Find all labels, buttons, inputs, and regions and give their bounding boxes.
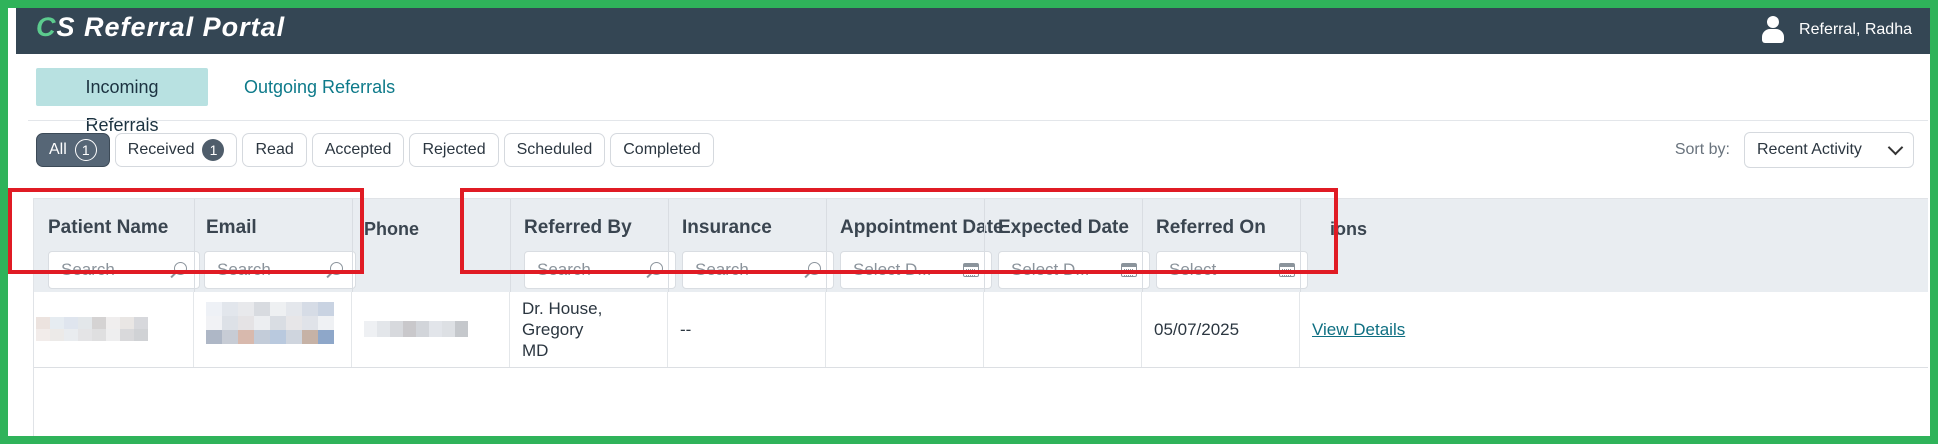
cell-referred-on: 05/07/2025 bbox=[1142, 292, 1300, 367]
sort-select[interactable]: Recent Activity bbox=[1744, 132, 1914, 168]
input-placeholder: Search bbox=[61, 260, 115, 279]
calendar-icon bbox=[963, 263, 979, 277]
filter-read[interactable]: Read bbox=[242, 133, 307, 167]
user-menu[interactable]: Referral, Radha bbox=[1761, 16, 1912, 44]
search-icon bbox=[808, 262, 821, 275]
column-label: Email bbox=[206, 217, 257, 238]
appointment-date-picker[interactable]: Select D... bbox=[840, 251, 992, 289]
referral-portal-app: CS Referral Portal Referral, Radha Incom… bbox=[8, 8, 1930, 436]
input-placeholder: Select bbox=[1169, 260, 1217, 279]
referred-on-date-picker[interactable]: Select bbox=[1156, 251, 1308, 289]
cell-expected-date bbox=[984, 292, 1142, 367]
calendar-icon bbox=[1121, 263, 1137, 277]
tab-outgoing-referrals[interactable]: Outgoing Referrals bbox=[208, 68, 395, 106]
column-appointment-date: Appointment Date Select D... bbox=[826, 199, 1004, 292]
tabs-divider bbox=[28, 120, 1928, 121]
referrals-table: Patient Name Search Email Search Phone R… bbox=[33, 198, 1928, 436]
column-label: Expected Date bbox=[998, 217, 1129, 238]
filter-all-count: 1 bbox=[74, 139, 97, 161]
input-placeholder: Select D... bbox=[1011, 260, 1090, 279]
column-label: Referred By bbox=[524, 217, 632, 238]
filter-received-label: Received bbox=[127, 141, 195, 158]
top-bar: CS Referral Portal Referral, Radha bbox=[16, 8, 1930, 54]
table-header: Patient Name Search Email Search Phone R… bbox=[34, 199, 1928, 292]
column-label: Patient Name bbox=[48, 217, 169, 238]
chevron-down-icon bbox=[1887, 139, 1904, 156]
column-email: Email Search bbox=[194, 199, 356, 292]
column-label: Appointment Date bbox=[840, 217, 1004, 238]
cell-email bbox=[194, 292, 352, 367]
tab-incoming-referrals[interactable]: Incoming Referrals bbox=[36, 68, 208, 135]
filter-scheduled[interactable]: Scheduled bbox=[503, 133, 606, 167]
column-label: Referred On bbox=[1156, 217, 1266, 238]
column-label: ions bbox=[1330, 219, 1368, 239]
cell-patient-name bbox=[34, 292, 194, 367]
filter-all[interactable]: All 1 bbox=[36, 133, 110, 167]
input-placeholder: Search bbox=[695, 260, 749, 279]
calendar-icon bbox=[1279, 263, 1295, 277]
search-icon bbox=[174, 262, 187, 275]
patient-name-search-input[interactable]: Search bbox=[48, 251, 200, 289]
column-insurance: Insurance Search bbox=[668, 199, 834, 292]
app-logo[interactable]: CS Referral Portal bbox=[36, 12, 285, 43]
input-placeholder: Select D... bbox=[853, 260, 932, 279]
status-filters: All 1 Received 1 Read Accepted Rejected … bbox=[36, 133, 714, 167]
filter-received[interactable]: Received 1 bbox=[114, 133, 238, 167]
redacted-patient-name bbox=[36, 316, 148, 341]
column-expected-date: Expected Date Select D... bbox=[984, 199, 1150, 292]
filter-received-count: 1 bbox=[202, 139, 225, 161]
search-icon bbox=[650, 262, 663, 275]
column-label: Insurance bbox=[682, 217, 772, 238]
column-patient-name: Patient Name Search bbox=[34, 199, 200, 292]
column-phone: Phone bbox=[352, 199, 510, 292]
filter-accepted[interactable]: Accepted bbox=[311, 133, 405, 167]
sort-label: Sort by: bbox=[1674, 141, 1730, 158]
cell-phone bbox=[352, 292, 510, 367]
user-icon bbox=[1761, 16, 1785, 44]
redacted-phone bbox=[364, 320, 468, 337]
redacted-email bbox=[206, 301, 334, 344]
filter-completed[interactable]: Completed bbox=[610, 133, 714, 167]
insurance-search-input[interactable]: Search bbox=[682, 251, 834, 289]
input-placeholder: Search bbox=[217, 260, 271, 279]
column-label: Phone bbox=[364, 219, 420, 239]
filter-all-label: All bbox=[49, 141, 67, 158]
referred-by-text: Dr. House, Gregory MD bbox=[522, 299, 603, 360]
input-placeholder: Search bbox=[537, 260, 591, 279]
user-name: Referral, Radha bbox=[1799, 21, 1912, 38]
email-search-input[interactable]: Search bbox=[204, 251, 356, 289]
cell-appointment-date bbox=[826, 292, 984, 367]
cell-referred-by: Dr. House, Gregory MD bbox=[510, 292, 668, 367]
search-icon bbox=[330, 262, 343, 275]
sort-value: Recent Activity bbox=[1757, 141, 1862, 158]
column-actions: ions bbox=[1300, 199, 1500, 292]
column-referred-on: Referred On Select bbox=[1142, 199, 1308, 292]
sort-control: Sort by: Recent Activity bbox=[1675, 132, 1914, 168]
filter-rejected[interactable]: Rejected bbox=[409, 133, 499, 167]
column-referred-by: Referred By Search bbox=[510, 199, 676, 292]
cell-insurance: -- bbox=[668, 292, 826, 367]
referral-tabs: Incoming Referrals Outgoing Referrals bbox=[36, 68, 395, 135]
referred-by-search-input[interactable]: Search bbox=[524, 251, 676, 289]
expected-date-picker[interactable]: Select D... bbox=[998, 251, 1150, 289]
view-details-link[interactable]: View Details bbox=[1300, 292, 1929, 367]
table-row[interactable]: Dr. House, Gregory MD -- 05/07/2025 View … bbox=[34, 292, 1928, 368]
